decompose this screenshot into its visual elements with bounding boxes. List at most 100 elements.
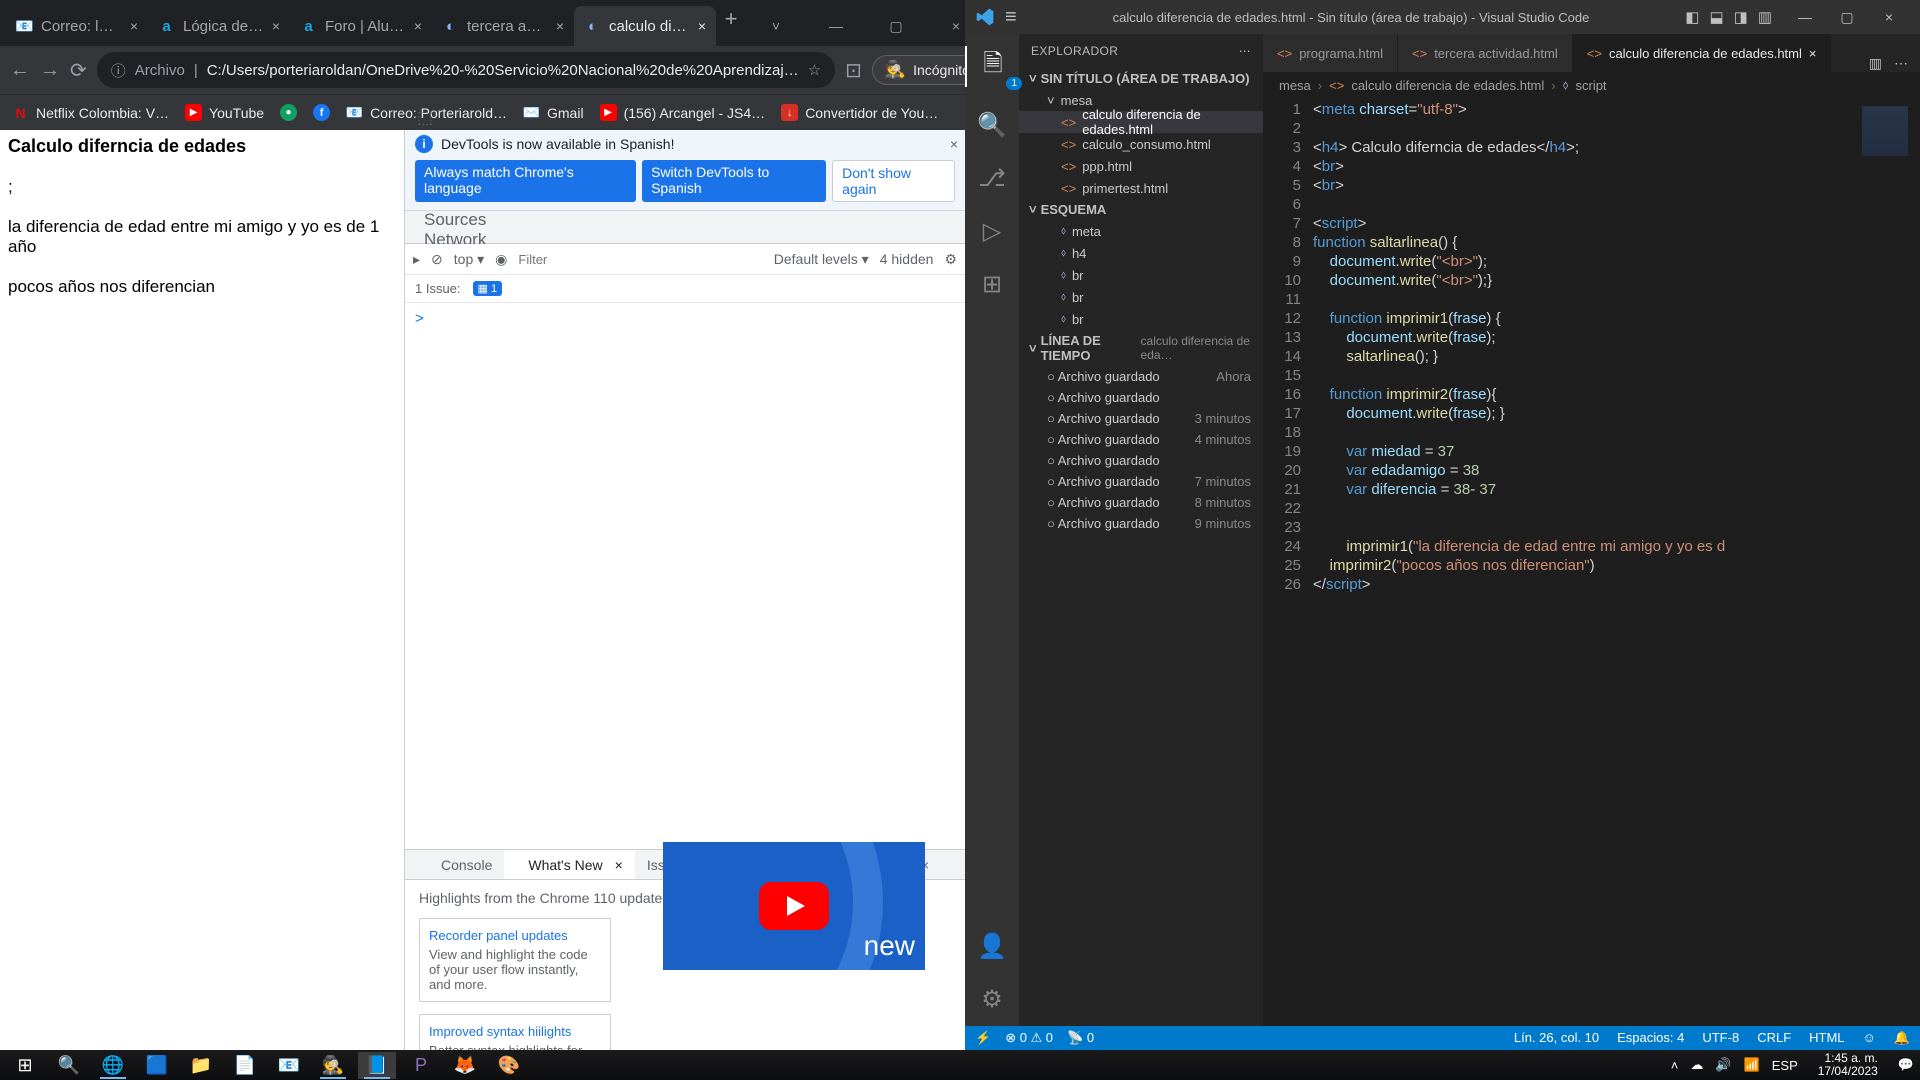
editor-tab[interactable]: <>programa.html: [1263, 34, 1398, 72]
match-language-button[interactable]: Always match Chrome's language: [415, 160, 636, 202]
timeline-item[interactable]: ○ Archivo guardado4 minutos: [1019, 429, 1263, 450]
network-icon[interactable]: 📶: [1744, 1057, 1760, 1073]
chrome-tab-4[interactable]: ◐calculo difere×: [574, 6, 716, 46]
taskbar-explorer[interactable]: 📁: [182, 1052, 220, 1079]
outline-section[interactable]: ˅ ESQUEMA: [1019, 199, 1263, 220]
file-item[interactable]: <> calculo diferencia de edades.html: [1019, 111, 1263, 133]
chevron-up-icon[interactable]: ˄: [1671, 1058, 1679, 1073]
file-item[interactable]: <> primertest.html: [1019, 177, 1263, 199]
gear-icon[interactable]: ⚙: [981, 985, 1003, 1014]
explorer-icon[interactable]: 🗎: [965, 46, 1019, 87]
reload-button[interactable]: ⟳: [70, 58, 87, 83]
log-levels[interactable]: Default levels ▾: [774, 251, 869, 268]
chrome-tab-1[interactable]: aLógica de pro×: [148, 6, 290, 46]
bookmark-item[interactable]: ●: [280, 104, 297, 121]
volume-icon[interactable]: 🔊: [1715, 1057, 1731, 1073]
taskbar-vscode[interactable]: 📘: [358, 1052, 396, 1079]
timeline-item[interactable]: ○ Archivo guardado3 minutos: [1019, 408, 1263, 429]
layout-icon[interactable]: ▥: [1758, 8, 1772, 26]
close-icon[interactable]: ×: [130, 18, 138, 34]
file-item[interactable]: <> ppp.html: [1019, 155, 1263, 177]
timeline-section[interactable]: ˅ LÍNEA DE TIEMPO calculo diferencia de …: [1019, 330, 1263, 366]
workspace-section[interactable]: ˅ SIN TÍTULO (ÁREA DE TRABAJO): [1019, 68, 1263, 89]
panel-right-icon[interactable]: ◨: [1734, 8, 1748, 26]
bookmark-item[interactable]: ▶(156) Arcangel - JS4…: [600, 104, 766, 121]
timeline-item[interactable]: ○ Archivo guardado8 minutos: [1019, 492, 1263, 513]
console-body[interactable]: >: [405, 303, 965, 849]
star-icon[interactable]: ☆: [808, 61, 821, 79]
close-icon[interactable]: ×: [1809, 46, 1817, 61]
maximize-button[interactable]: ▢: [1826, 9, 1868, 26]
keyboard-lang[interactable]: ESP: [1772, 1058, 1798, 1073]
more-icon[interactable]: ⋯: [1894, 55, 1908, 72]
extensions-icon[interactable]: ⊞: [982, 270, 1002, 299]
close-button[interactable]: ×: [1868, 9, 1910, 26]
timeline-item[interactable]: ○ Archivo guardado: [1019, 387, 1263, 408]
dont-show-button[interactable]: Don't show again: [832, 160, 955, 202]
chevron-down-icon[interactable]: ˅: [746, 6, 806, 46]
timeline-item[interactable]: ○ Archivo guardado9 minutos: [1019, 513, 1263, 534]
account-icon[interactable]: 👤: [977, 932, 1007, 961]
url-input[interactable]: ⓘ Archivo | C:/Users/porteriaroldan/OneD…: [97, 52, 835, 88]
taskbar-word[interactable]: 📄: [226, 1052, 264, 1079]
maximize-button[interactable]: ▢: [866, 6, 926, 46]
eol-status[interactable]: CRLF: [1757, 1030, 1791, 1046]
switch-spanish-button[interactable]: Switch DevTools to Spanish: [642, 160, 826, 202]
tab-sources[interactable]: Sources: [413, 210, 437, 230]
close-icon[interactable]: ×: [414, 18, 422, 34]
start-button[interactable]: ⊞: [6, 1052, 44, 1079]
sidebar-toggle-icon[interactable]: ▸: [413, 251, 420, 268]
clear-console-icon[interactable]: ⊘: [431, 251, 443, 268]
file-item[interactable]: <> calculo_consumo.html: [1019, 133, 1263, 155]
ports-status[interactable]: 📡 0: [1067, 1030, 1094, 1046]
close-icon[interactable]: ×: [556, 18, 564, 34]
indent-status[interactable]: Espacios: 4: [1617, 1030, 1684, 1046]
taskbar-edge[interactable]: 🟦: [138, 1052, 176, 1079]
bookmark-item[interactable]: ↓Convertidor de You…: [781, 104, 938, 121]
gear-icon[interactable]: ⚙: [944, 251, 957, 268]
chrome-tab-3[interactable]: ◐tercera activi×: [432, 6, 574, 46]
chrome-tab-0[interactable]: 📧Correo: leide×: [6, 6, 148, 46]
minimize-button[interactable]: —: [1784, 9, 1826, 26]
drawer-tab-whatsnew[interactable]: What's New ×: [504, 850, 634, 879]
minimap[interactable]: [1850, 98, 1920, 1026]
eye-icon[interactable]: ◉: [495, 251, 507, 268]
language-status[interactable]: HTML: [1809, 1030, 1844, 1046]
whatsnew-video[interactable]: new: [663, 842, 925, 970]
issue-chip[interactable]: ▦ 1: [473, 281, 503, 296]
code-area[interactable]: 1234567891011121314151617181920212223242…: [1263, 98, 1920, 1026]
timeline-item[interactable]: ○ Archivo guardado: [1019, 450, 1263, 471]
taskbar-paint[interactable]: 🎨: [490, 1052, 528, 1079]
minimize-button[interactable]: —: [806, 6, 866, 46]
bookmark-item[interactable]: ▶YouTube: [185, 104, 264, 121]
notifications-icon[interactable]: 💬: [1898, 1057, 1914, 1073]
new-tab-button[interactable]: +: [716, 6, 746, 46]
bookmark-item[interactable]: NNetflix Colombia: V…: [12, 104, 169, 121]
editor-tab[interactable]: <>calculo diferencia de edades.html ×: [1573, 34, 1832, 72]
hidden-count[interactable]: 4 hidden: [880, 251, 934, 267]
taskbar-outlook[interactable]: 📧: [270, 1052, 308, 1079]
outline-item[interactable]: ⬨ br: [1019, 286, 1263, 308]
drawer-tab-console[interactable]: Console: [429, 850, 504, 879]
taskbar-chrome[interactable]: 🌐: [94, 1052, 132, 1079]
run-debug-icon[interactable]: ▷: [983, 217, 1001, 246]
search-button[interactable]: 🔍: [50, 1052, 88, 1079]
cursor-position[interactable]: Lín. 26, col. 10: [1514, 1030, 1599, 1046]
filter-input[interactable]: [518, 252, 698, 267]
install-icon[interactable]: ⊡: [845, 58, 862, 83]
outline-item[interactable]: ⬨ br: [1019, 308, 1263, 330]
close-icon[interactable]: ×: [950, 136, 958, 152]
encoding-status[interactable]: UTF-8: [1702, 1030, 1739, 1046]
taskbar-firefox[interactable]: 🦊: [446, 1052, 484, 1079]
source-control-icon[interactable]: ⎇: [978, 164, 1006, 193]
back-button[interactable]: ←: [10, 59, 30, 82]
close-icon[interactable]: ×: [698, 18, 706, 34]
bookmark-item[interactable]: ✉️Gmail: [523, 104, 584, 121]
split-icon[interactable]: ▥: [1869, 55, 1882, 72]
forward-button[interactable]: →: [40, 59, 60, 82]
close-icon[interactable]: ×: [272, 18, 280, 34]
hamburger-icon[interactable]: ≡: [1005, 6, 1017, 29]
taskbar-app[interactable]: P: [402, 1052, 440, 1079]
editor-tab[interactable]: <>tercera actividad.html: [1398, 34, 1573, 72]
onedrive-icon[interactable]: ☁: [1690, 1057, 1703, 1073]
